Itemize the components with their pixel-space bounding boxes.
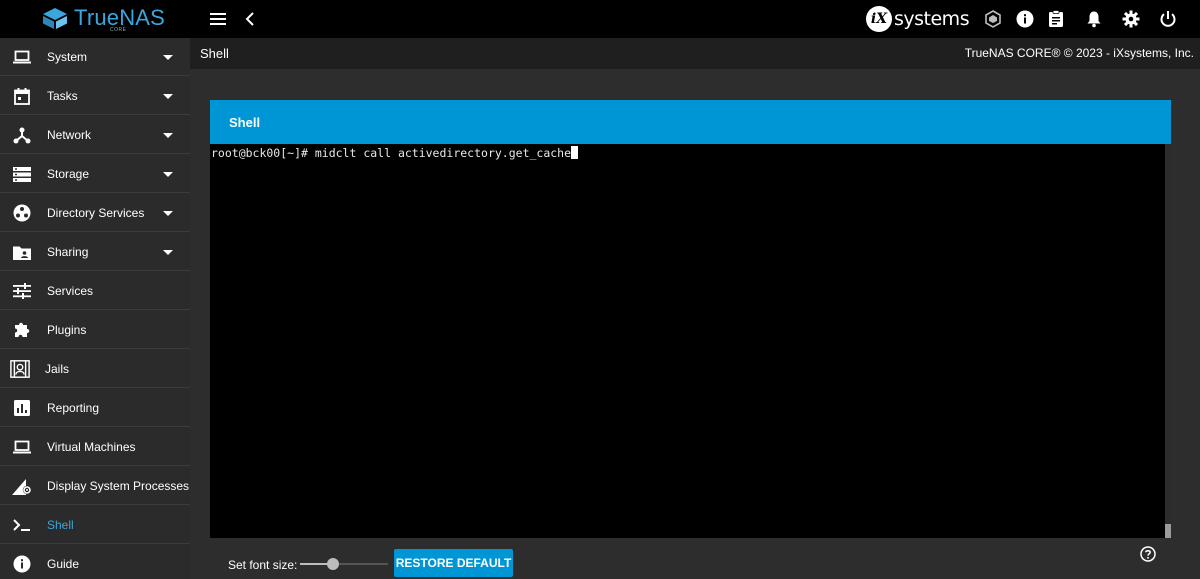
sidebar-item-label: Plugins bbox=[47, 322, 87, 337]
sidebar-item-reporting[interactable]: Reporting bbox=[0, 389, 190, 427]
info-icon[interactable] bbox=[1015, 9, 1035, 29]
font-size-slider-knob[interactable] bbox=[327, 558, 339, 570]
sidebar-item-label: System bbox=[47, 49, 88, 64]
terminal-scrollbar-thumb[interactable] bbox=[1165, 524, 1171, 538]
sidebar-item-shell[interactable]: Shell bbox=[0, 506, 190, 544]
truenas-logo-mark-icon bbox=[43, 8, 67, 29]
power-icon[interactable] bbox=[1158, 9, 1178, 29]
sidebar-item-jails[interactable]: Jails bbox=[0, 350, 190, 388]
calendar-icon bbox=[12, 86, 32, 106]
storage-icon bbox=[12, 164, 32, 184]
sidebar-item-network[interactable]: Network bbox=[0, 116, 190, 154]
shell-card-footer: Set font size: RESTORE DEFAULT bbox=[210, 538, 1171, 579]
shell-card-header: Shell bbox=[210, 100, 1171, 144]
truenas-logo[interactable]: TrueNAS CORE bbox=[40, 5, 165, 33]
info-circle-icon bbox=[12, 554, 32, 574]
sidebar-item-virtual-machines[interactable]: Virtual Machines bbox=[0, 428, 190, 466]
terminal-icon bbox=[12, 515, 32, 535]
sidebar-item-label: Storage bbox=[47, 166, 90, 181]
brand-edition: CORE bbox=[110, 27, 127, 33]
directory-icon bbox=[12, 203, 32, 223]
network-icon bbox=[12, 125, 32, 145]
terminal-prompt: root@bck00[~]# bbox=[211, 146, 315, 160]
sidebar-item-label: Reporting bbox=[47, 400, 100, 415]
menu-icon[interactable] bbox=[208, 9, 228, 29]
gear-icon[interactable] bbox=[1121, 9, 1141, 29]
sidebar: System Tasks Network Storage Directory S… bbox=[0, 38, 190, 579]
expand-caret-icon bbox=[163, 94, 173, 99]
font-size-slider[interactable] bbox=[300, 558, 388, 570]
monitor-icon bbox=[12, 437, 32, 457]
sidebar-item-services[interactable]: Services bbox=[0, 272, 190, 310]
truecommand-icon[interactable] bbox=[983, 9, 1003, 29]
laptop-icon bbox=[12, 47, 32, 67]
page-title: Shell bbox=[200, 46, 229, 61]
sidebar-item-label: Services bbox=[47, 283, 94, 298]
back-chevron-icon[interactable] bbox=[240, 9, 260, 29]
clipboard-icon[interactable] bbox=[1046, 9, 1066, 29]
sidebar-item-tasks[interactable]: Tasks bbox=[0, 77, 190, 115]
shell-card-title: Shell bbox=[229, 115, 261, 130]
restore-default-button[interactable]: RESTORE DEFAULT bbox=[394, 549, 513, 577]
sidebar-item-system[interactable]: System bbox=[0, 38, 190, 76]
copyright-text: TrueNAS CORE® © 2023 - iXsystems, Inc. bbox=[964, 46, 1194, 60]
font-size-label: Set font size: bbox=[228, 558, 298, 572]
top-bar: TrueNAS CORE iX systems bbox=[0, 0, 1200, 38]
sidebar-item-label: Jails bbox=[45, 361, 70, 376]
chart-icon bbox=[12, 398, 32, 418]
expand-caret-icon bbox=[163, 133, 173, 138]
sidebar-item-label: Display System Processes bbox=[47, 478, 190, 493]
jail-icon bbox=[10, 359, 30, 379]
expand-caret-icon bbox=[163, 211, 173, 216]
puzzle-icon bbox=[12, 320, 32, 340]
processes-icon bbox=[12, 476, 32, 496]
sidebar-item-display-system-processes[interactable]: Display System Processes bbox=[0, 467, 190, 505]
sidebar-item-label: Network bbox=[47, 127, 92, 142]
terminal-cursor bbox=[571, 146, 579, 159]
terminal-scrollbar[interactable] bbox=[1165, 144, 1171, 538]
ixsystems-logo[interactable]: iX systems bbox=[866, 6, 970, 32]
sidebar-item-directory-services[interactable]: Directory Services bbox=[0, 194, 190, 232]
sidebar-item-label: Directory Services bbox=[47, 205, 145, 220]
folder-share-icon bbox=[12, 242, 32, 262]
page-scrollbar[interactable] bbox=[1190, 69, 1200, 579]
help-icon[interactable] bbox=[1140, 546, 1156, 562]
sidebar-item-label: Guide bbox=[47, 556, 80, 571]
terminal-output[interactable]: root@bck00[~]# midclt call activedirecto… bbox=[210, 144, 1171, 538]
tune-icon bbox=[12, 281, 32, 301]
sidebar-item-storage[interactable]: Storage bbox=[0, 155, 190, 193]
sidebar-item-sharing[interactable]: Sharing bbox=[0, 233, 190, 271]
terminal-line: root@bck00[~]# midclt call activedirecto… bbox=[211, 146, 579, 160]
sidebar-item-label: Sharing bbox=[47, 244, 89, 259]
sidebar-item-label: Virtual Machines bbox=[47, 439, 136, 454]
expand-caret-icon bbox=[163, 55, 173, 60]
sidebar-item-plugins[interactable]: Plugins bbox=[0, 311, 190, 349]
expand-caret-icon bbox=[163, 250, 173, 255]
terminal-command: midclt call activedirectory.get_cache bbox=[314, 146, 572, 160]
ix-badge: iX bbox=[866, 6, 892, 32]
bell-icon[interactable] bbox=[1084, 9, 1104, 29]
sidebar-item-guide[interactable]: Guide bbox=[0, 545, 190, 579]
ixsystems-wordmark: systems bbox=[894, 8, 970, 30]
sidebar-item-label: Tasks bbox=[47, 88, 78, 103]
app-window: TrueNAS CORE iX systems System Tasks Net… bbox=[0, 0, 1200, 579]
sidebar-item-label: Shell bbox=[47, 517, 74, 532]
breadcrumb-bar: Shell TrueNAS CORE® © 2023 - iXsystems, … bbox=[190, 38, 1200, 69]
expand-caret-icon bbox=[163, 172, 173, 177]
